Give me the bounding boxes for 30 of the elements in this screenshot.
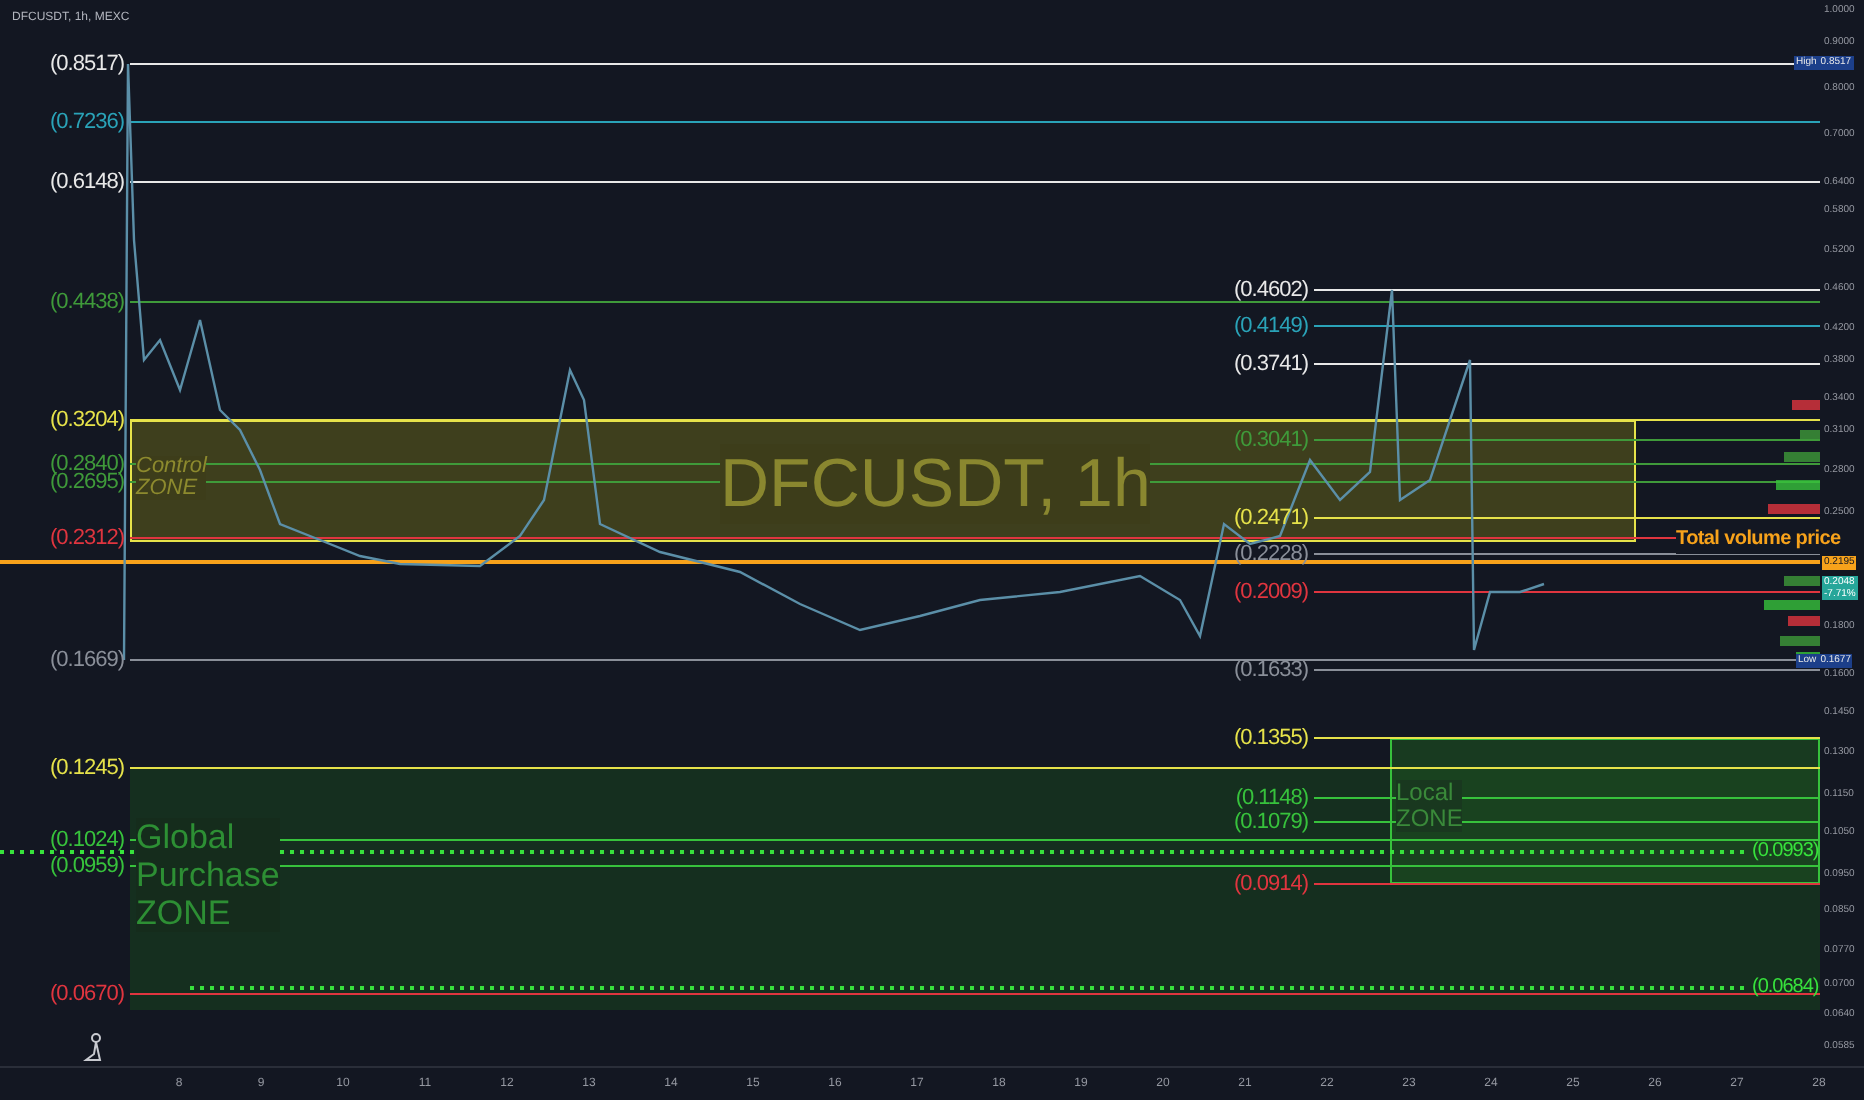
level-label: (0.4149)	[1234, 314, 1308, 338]
level-label: (0.2009)	[1234, 580, 1308, 604]
level-label: (0.2840)	[50, 452, 124, 476]
level-label: (0.1148)	[1235, 786, 1308, 810]
level-label: (0.0959)	[50, 854, 124, 878]
level-label: (0.1245)	[50, 756, 124, 780]
level-label: (0.3204)	[50, 408, 124, 432]
level-label: (0.1024)	[50, 828, 124, 852]
mascot-icon	[83, 1033, 102, 1061]
level-label: (0.6148)	[50, 170, 124, 194]
level-label: (0.2312)	[50, 526, 124, 550]
level-label: (0.2228)	[1234, 542, 1308, 566]
level-label: (0.4602)	[1234, 278, 1308, 302]
total-volume-label: Total volume price	[1676, 524, 1841, 554]
level-label: (0.3041)	[1234, 428, 1308, 452]
level-label: (0.0914)	[1234, 872, 1308, 896]
level-label: (0.4438)	[50, 290, 124, 314]
level-label: (0.2695)	[50, 470, 124, 494]
level-label: (0.0684)	[1752, 976, 1819, 1000]
zone-label: Control ZONE	[136, 456, 207, 500]
level-label: (0.1633)	[1234, 658, 1308, 682]
level-label: (0.0670)	[50, 982, 124, 1006]
level-label: (0.1355)	[1234, 726, 1308, 750]
level-label: (0.8517)	[50, 52, 124, 76]
level-label: (0.7236)	[50, 110, 124, 134]
level-label: (0.0993)	[1752, 840, 1819, 864]
zone-label: Local ZONE	[1396, 780, 1463, 832]
level-label: (0.3741)	[1234, 352, 1308, 376]
level-label: (0.1079)	[1234, 810, 1308, 834]
level-label: (0.1669)	[50, 648, 124, 672]
